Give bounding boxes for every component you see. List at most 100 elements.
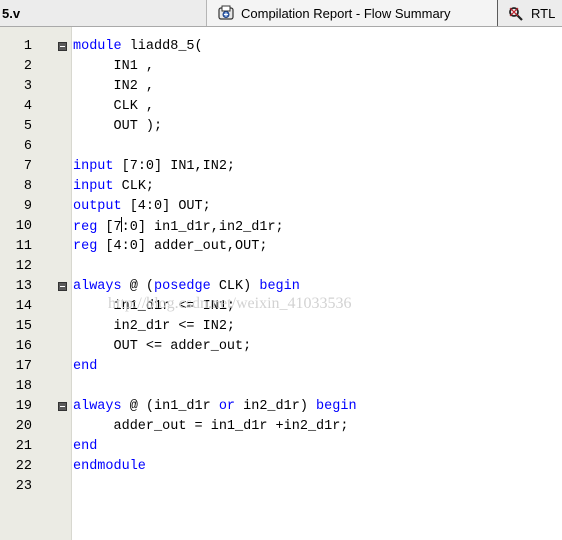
code-line[interactable]: 23 (0, 477, 562, 497)
code-line[interactable]: 13 always @ (posedge CLK) begin (0, 277, 562, 297)
code-text: input [7:0] IN1,IN2; (73, 157, 235, 177)
code-token: [4:0] OUT; (121, 199, 211, 214)
code-line[interactable]: 6 (0, 137, 562, 157)
code-text: always @ (posedge CLK) begin (73, 277, 300, 297)
code-line[interactable]: 10 reg [7:0] in1_d1r,in2_d1r; (0, 217, 562, 237)
code-text: OUT ); (73, 117, 163, 137)
code-line[interactable]: 5 OUT ); (0, 117, 562, 137)
code-line[interactable]: 15 in2_d1r <= IN2; (0, 317, 562, 337)
line-number: 14 (15, 299, 32, 314)
tab-source-file[interactable]: 5.v (0, 0, 206, 26)
line-number: 15 (15, 319, 32, 334)
line-number: 12 (15, 259, 32, 274)
line-number: 7 (23, 159, 32, 174)
code-keyword: always (73, 279, 122, 294)
code-editor[interactable]: 1 module liadd8_5(2 IN1 ,3 IN2 ,4 CLK ,5 … (0, 27, 562, 540)
code-token: [4:0] adder_out,OUT; (97, 239, 268, 254)
code-token: IN1 , (73, 59, 155, 74)
code-keyword: posedge (154, 279, 211, 294)
tab-source-file-label: 5.v (2, 5, 21, 21)
line-number: 3 (23, 79, 32, 94)
code-text: adder_out = in1_d1r +in2_d1r; (73, 417, 349, 437)
code-token: in2_d1r) (235, 399, 317, 414)
code-text: reg [7:0] in1_d1r,in2_d1r; (73, 217, 284, 238)
line-number: 8 (23, 179, 32, 194)
code-line[interactable]: 12 (0, 257, 562, 277)
code-lines: 1 module liadd8_5(2 IN1 ,3 IN2 ,4 CLK ,5 … (0, 37, 562, 497)
line-number: 13 (15, 279, 32, 294)
code-line[interactable]: 18 (0, 377, 562, 397)
code-text: always @ (in1_d1r or in2_d1r) begin (73, 397, 357, 417)
code-keyword: input (73, 159, 114, 174)
code-text: input CLK; (73, 177, 154, 197)
code-text: OUT <= adder_out; (73, 337, 252, 357)
code-text: output [4:0] OUT; (73, 197, 211, 217)
code-text: end (73, 357, 97, 377)
watermark-text: http://blog.csdn.net/weixin_41033536 (108, 295, 352, 312)
fold-toggle-icon[interactable] (58, 402, 67, 411)
code-keyword: output (73, 199, 122, 214)
editor-tab-bar: 5.v Compilation Report - Flow Summary RT… (0, 0, 562, 27)
code-line[interactable]: 9 output [4:0] OUT; (0, 197, 562, 217)
code-token: OUT ); (73, 119, 163, 134)
line-number: 5 (23, 119, 32, 134)
line-number: 21 (15, 439, 32, 454)
line-number: 11 (15, 239, 32, 254)
code-line[interactable]: 19 always @ (in1_d1r or in2_d1r) begin (0, 397, 562, 417)
code-token: @ (in1_d1r (121, 399, 219, 414)
code-token: [7 (97, 220, 122, 235)
code-line[interactable]: 4 CLK , (0, 97, 562, 117)
code-line[interactable]: 20 adder_out = in1_d1r +in2_d1r; (0, 417, 562, 437)
code-token: liadd8_5( (121, 39, 203, 54)
code-keyword: always (73, 399, 122, 414)
code-keyword: module (73, 39, 122, 54)
code-text: in2_d1r <= IN2; (73, 317, 236, 337)
line-number: 9 (23, 199, 32, 214)
report-icon (217, 5, 235, 21)
line-number: 17 (15, 359, 32, 374)
code-line[interactable]: 3 IN2 , (0, 77, 562, 97)
code-line[interactable]: 16 OUT <= adder_out; (0, 337, 562, 357)
line-number: 19 (15, 399, 32, 414)
tab-rtl-viewer-label: RTL (531, 5, 556, 21)
tab-rtl-viewer[interactable]: RTL (499, 0, 562, 26)
line-number: 1 (23, 39, 32, 54)
code-line[interactable]: 21 end (0, 437, 562, 457)
code-keyword: end (73, 359, 98, 374)
code-line[interactable]: 17 end (0, 357, 562, 377)
code-token: in2_d1r <= IN2; (73, 319, 236, 334)
fold-toggle-icon[interactable] (58, 42, 67, 51)
code-keyword: or (218, 399, 236, 414)
code-token: @ ( (121, 279, 155, 294)
code-keyword: begin (316, 399, 357, 414)
code-token: IN2 , (73, 79, 155, 94)
code-keyword: reg (73, 239, 98, 254)
line-number: 20 (15, 419, 32, 434)
fold-toggle-icon[interactable] (58, 282, 67, 291)
code-keyword: end (73, 439, 98, 454)
code-token: adder_out = in1_d1r +in2_d1r; (73, 419, 349, 434)
tab-compilation-report[interactable]: Compilation Report - Flow Summary (206, 0, 498, 26)
line-number: 4 (23, 99, 32, 114)
code-line[interactable]: 11 reg [4:0] adder_out,OUT; (0, 237, 562, 257)
code-line[interactable]: 8 input CLK; (0, 177, 562, 197)
code-token: OUT <= adder_out; (73, 339, 252, 354)
code-keyword: input (73, 179, 114, 194)
line-number: 10 (15, 219, 32, 234)
code-line[interactable]: 22 endmodule (0, 457, 562, 477)
code-keyword: reg (73, 220, 98, 235)
line-number: 23 (15, 479, 32, 494)
code-token: CLK) (210, 279, 260, 294)
line-number: 18 (15, 379, 32, 394)
tab-compilation-report-label: Compilation Report - Flow Summary (241, 5, 451, 21)
line-number: 16 (15, 339, 32, 354)
code-line[interactable]: 2 IN1 , (0, 57, 562, 77)
code-text: reg [4:0] adder_out,OUT; (73, 237, 267, 257)
code-text: module liadd8_5( (73, 37, 203, 57)
code-keyword: begin (259, 279, 300, 294)
code-line[interactable]: 1 module liadd8_5( (0, 37, 562, 57)
code-text: IN1 , (73, 57, 155, 77)
code-token: :0] in1_d1r,in2_d1r; (121, 220, 284, 235)
code-text: endmodule (73, 457, 146, 477)
code-line[interactable]: 7 input [7:0] IN1,IN2; (0, 157, 562, 177)
